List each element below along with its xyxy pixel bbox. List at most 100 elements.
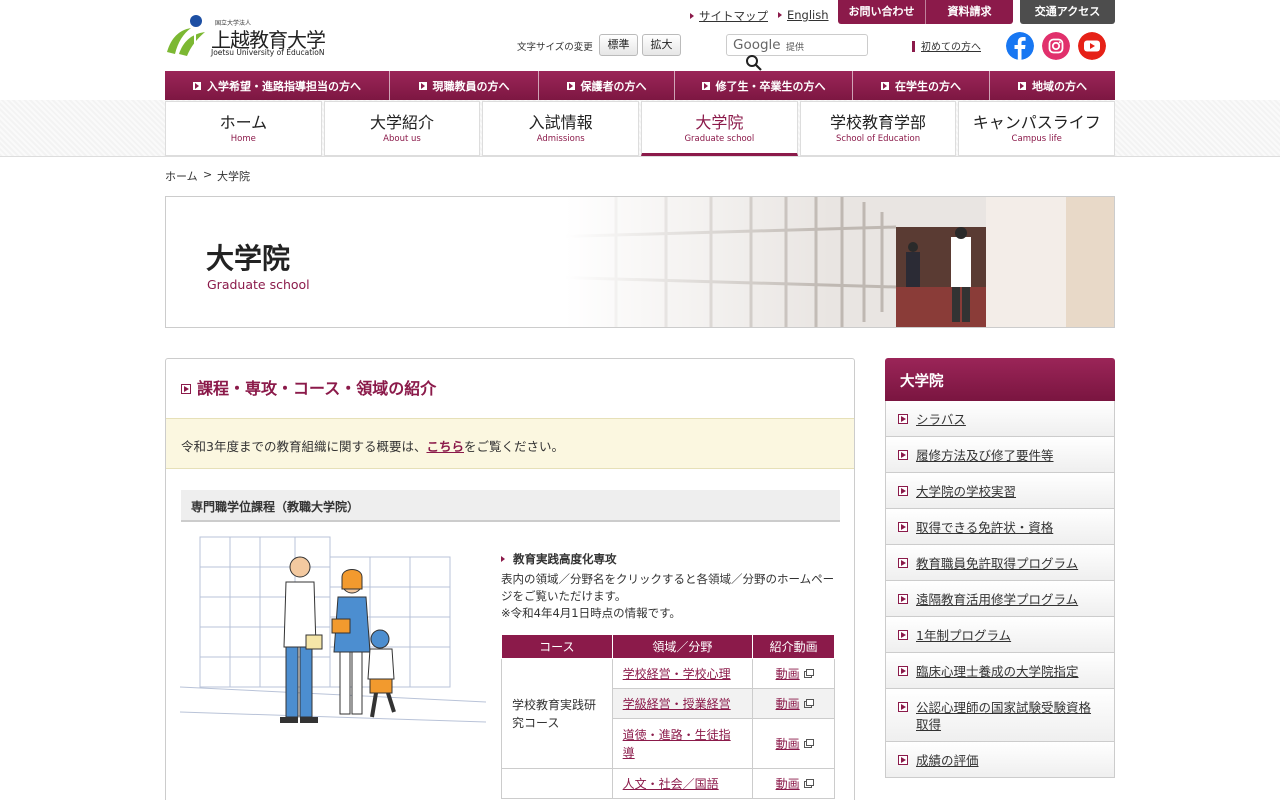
nav-about[interactable]: 大学紹介 About us bbox=[323, 101, 481, 156]
logo-mark-icon bbox=[167, 15, 205, 56]
contact-button[interactable]: お問い合わせ bbox=[838, 0, 925, 24]
font-standard-button[interactable]: 標準 bbox=[599, 34, 638, 56]
nav-sublabel: About us bbox=[383, 134, 421, 144]
notice-link[interactable]: こちら bbox=[426, 439, 464, 454]
sidebar-item[interactable]: 取得できる免許状・資格 bbox=[885, 509, 1115, 545]
sidebar-item[interactable]: 履修方法及び修了要件等 bbox=[885, 437, 1115, 473]
bookmark-icon bbox=[912, 41, 915, 52]
video-link[interactable]: 動画 bbox=[776, 737, 800, 751]
field-link[interactable]: 人文・社会／国語 bbox=[623, 777, 719, 791]
arrow-icon bbox=[898, 450, 908, 460]
course-table: コース 領域／分野 紹介動画 学校教育実践研究コース 学校経営・学校心理 動画 … bbox=[501, 634, 835, 799]
sidebar: 大学院 シラバス 履修方法及び修了要件等 大学院の学校実習 取得できる免許状・資… bbox=[885, 358, 1115, 778]
video-cell: 動画 bbox=[752, 658, 835, 689]
sidebar-item-label: 遠隔教育活用修学プログラム bbox=[916, 592, 1079, 607]
audience-nav-item[interactable]: 保護者の方へ bbox=[539, 71, 675, 100]
sidebar-item-label: 公認心理師の国家試験受験資格取得 bbox=[916, 700, 1092, 732]
arrow-icon bbox=[193, 81, 201, 90]
nav-home[interactable]: ホーム Home bbox=[165, 101, 322, 156]
external-window-icon bbox=[803, 668, 814, 678]
field-link[interactable]: 道徳・進路・生徒指導 bbox=[623, 728, 731, 760]
sidebar-item-label: 教育職員免許取得プログラム bbox=[916, 556, 1079, 571]
nav-label: 大学紹介 bbox=[370, 113, 435, 132]
instagram-icon[interactable] bbox=[1042, 32, 1070, 60]
arrow-icon bbox=[881, 81, 889, 90]
audience-nav-item[interactable]: 現職教員の方へ bbox=[390, 71, 539, 100]
arrow-icon bbox=[898, 630, 908, 640]
request-button[interactable]: 資料請求 bbox=[925, 0, 1013, 24]
audience-label: 修了生・卒業生の方へ bbox=[715, 79, 826, 93]
first-visit-link[interactable]: 初めての方へ bbox=[912, 38, 981, 53]
sidebar-item[interactable]: 1年制プログラム bbox=[885, 617, 1115, 653]
audience-label: 入学希望・進路指導担当の方へ bbox=[207, 79, 361, 93]
arrow-icon bbox=[418, 81, 427, 90]
sidebar-item[interactable]: 成績の評価 bbox=[885, 742, 1115, 778]
table-row: 人文・社会／国語 動画 bbox=[501, 768, 835, 799]
course-cell-empty bbox=[501, 768, 613, 799]
nav-label: 学校教育学部 bbox=[830, 113, 927, 132]
nav-graduate-school[interactable]: 大学院 Graduate school bbox=[641, 101, 798, 156]
nav-sublabel: School of Education bbox=[835, 134, 921, 144]
main-nav: ホーム Home 大学紹介 About us 入試情報 Admissions 大学院 G… bbox=[165, 101, 1116, 156]
sidebar-title: 大学院 bbox=[885, 358, 1115, 401]
sidebar-item-label: シラバス bbox=[916, 412, 966, 427]
nav-sublabel: Graduate school bbox=[684, 134, 755, 144]
sidebar-item[interactable]: 公認心理師の国家試験受験資格取得 bbox=[885, 689, 1115, 742]
audience-nav-item[interactable]: 地域の方へ bbox=[990, 71, 1115, 100]
nav-sublabel: Admissions bbox=[536, 134, 585, 144]
nav-school-of-education[interactable]: 学校教育学部 School of Education bbox=[799, 101, 957, 156]
course-cell: 学校教育実践研究コース bbox=[501, 658, 613, 769]
sitemap-link[interactable]: サイトマップ bbox=[690, 8, 768, 24]
english-link[interactable]: English bbox=[778, 8, 829, 22]
search-input[interactable]: Google 提供 bbox=[726, 34, 868, 56]
sidebar-item[interactable]: 遠隔教育活用修学プログラム bbox=[885, 581, 1115, 617]
arrow-icon bbox=[898, 594, 908, 604]
video-link[interactable]: 動画 bbox=[776, 777, 800, 791]
sidebar-item[interactable]: 大学院の学校実習 bbox=[885, 473, 1115, 509]
table-description: 表内の領域／分野名をクリックすると各領域／分野のホームページをご覧いただけます。… bbox=[501, 571, 841, 622]
field-link[interactable]: 学校経営・学校心理 bbox=[623, 667, 731, 681]
audience-nav-item[interactable]: 修了生・卒業生の方へ bbox=[675, 71, 853, 100]
section-heading-text: 課程・専攻・コース・領域の紹介 bbox=[197, 379, 437, 398]
nav-sublabel: Home bbox=[230, 134, 256, 144]
audience-nav-item[interactable]: 在学生の方へ bbox=[853, 71, 990, 100]
audience-nav-item[interactable]: 入学希望・進路指導担当の方へ bbox=[165, 71, 390, 100]
sidebar-item[interactable]: 臨床心理士養成の大学院指定 bbox=[885, 653, 1115, 689]
field-link[interactable]: 学級経営・授業経営 bbox=[623, 697, 731, 711]
sidebar-item[interactable]: シラバス bbox=[885, 401, 1115, 437]
major-title: 教育実践高度化専攻 bbox=[501, 551, 617, 567]
arrow-icon bbox=[701, 81, 710, 90]
video-link[interactable]: 動画 bbox=[776, 697, 800, 711]
logo-english: Joetsu University of EducatioN bbox=[211, 48, 325, 57]
nav-label: キャンパスライフ bbox=[972, 113, 1101, 132]
audience-label: 地域の方へ bbox=[1032, 79, 1087, 93]
sidebar-item-label: 成績の評価 bbox=[916, 753, 979, 768]
teachers-illustration bbox=[180, 536, 486, 723]
column-header: 領域／分野 bbox=[611, 634, 754, 659]
youtube-icon[interactable] bbox=[1078, 32, 1106, 60]
field-cell: 学級経営・授業経営 bbox=[611, 688, 754, 719]
main-content: 課程・専攻・コース・領域の紹介 令和3年度までの教育組織に関する概要は、こちらを… bbox=[165, 358, 855, 800]
access-button[interactable]: 交通アクセス bbox=[1020, 0, 1115, 24]
field-cell: 人文・社会／国語 bbox=[611, 768, 754, 799]
breadcrumb-current[interactable]: 大学院 bbox=[217, 168, 250, 184]
nav-campus-life[interactable]: キャンパスライフ Campus life bbox=[958, 101, 1116, 156]
google-logo: Google bbox=[733, 37, 781, 53]
heading-arrow-icon bbox=[181, 384, 191, 394]
arrow-icon bbox=[898, 558, 908, 568]
facebook-icon[interactable] bbox=[1006, 32, 1034, 60]
font-large-button[interactable]: 拡大 bbox=[642, 34, 681, 56]
audience-label: 在学生の方へ bbox=[895, 79, 961, 93]
notice-text: 令和3年度までの教育組織に関する概要は、 bbox=[181, 439, 427, 454]
audience-label: 保護者の方へ bbox=[580, 79, 647, 93]
video-link[interactable]: 動画 bbox=[776, 667, 800, 681]
nav-admissions[interactable]: 入試情報 Admissions bbox=[482, 101, 640, 156]
search-icon[interactable] bbox=[745, 54, 763, 72]
university-logo[interactable]: 国立大学法人 上越教育大学 Joetsu University of Educa… bbox=[165, 10, 335, 60]
top-buttons: お問い合わせ 資料請求 bbox=[838, 0, 1013, 24]
section-heading: 課程・専攻・コース・領域の紹介 bbox=[181, 375, 436, 399]
breadcrumb-home[interactable]: ホーム bbox=[165, 168, 198, 184]
audience-nav: 入学希望・進路指導担当の方へ 現職教員の方へ 保護者の方へ 修了生・卒業生の方へ… bbox=[165, 71, 1115, 100]
description-note: ※令和4年4月1日時点の情報です。 bbox=[501, 606, 681, 620]
sidebar-item[interactable]: 教育職員免許取得プログラム bbox=[885, 545, 1115, 581]
